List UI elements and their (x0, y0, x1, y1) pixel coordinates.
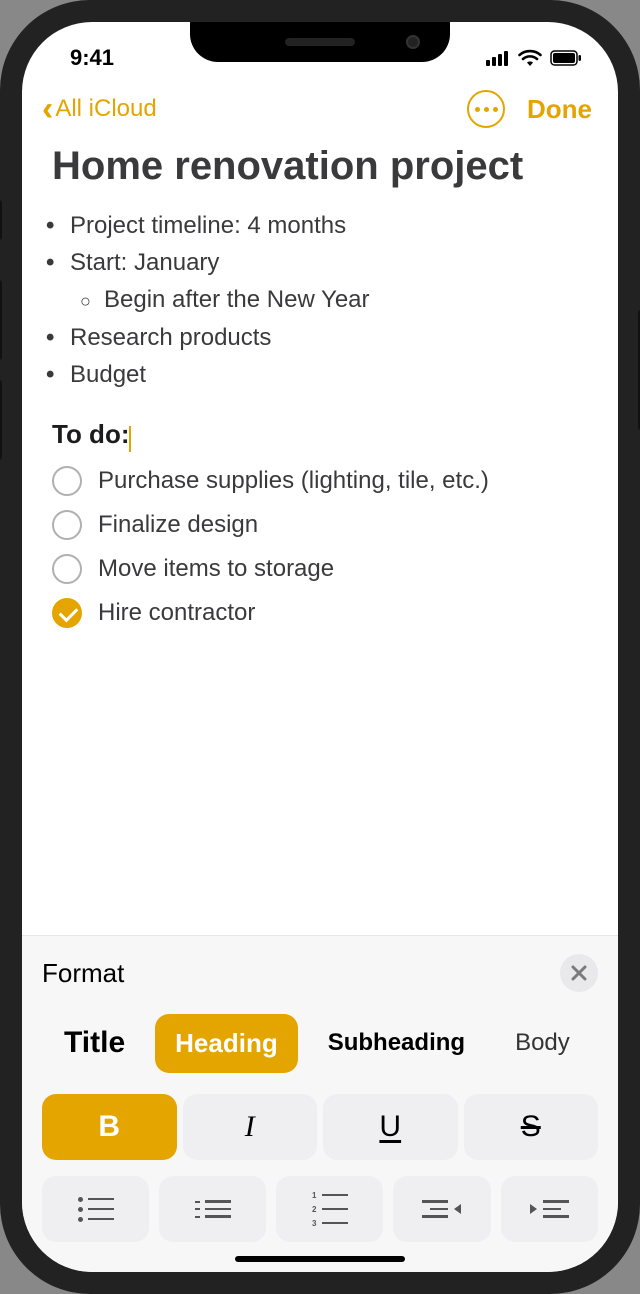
checkbox-empty-icon[interactable] (52, 466, 82, 496)
format-title: Format (42, 958, 124, 989)
outdent-icon (422, 1200, 461, 1218)
notch (190, 22, 450, 62)
style-title-button[interactable]: Title (44, 1012, 145, 1074)
checkbox-checked-icon[interactable] (52, 598, 82, 628)
numbered-list-icon: 1 2 3 (311, 1191, 348, 1228)
home-indicator[interactable] (235, 1256, 405, 1262)
checkbox-empty-icon[interactable] (52, 554, 82, 584)
indent-icon (530, 1200, 569, 1218)
screen: 9:41 ‹ All iCloud Done Home renovation p… (22, 22, 618, 1272)
dashed-list-button[interactable] (159, 1176, 266, 1242)
battery-icon (550, 50, 582, 66)
wifi-icon (518, 49, 542, 67)
list-item[interactable]: Project timeline: 4 months (70, 207, 588, 244)
numbered-list-button[interactable]: 1 2 3 (276, 1176, 383, 1242)
outdent-button[interactable] (393, 1176, 490, 1242)
back-button[interactable]: ‹ All iCloud (42, 92, 157, 126)
chevron-left-icon: ‹ (42, 92, 53, 126)
list-item[interactable]: Start: January (70, 244, 588, 281)
checklist-item[interactable]: Purchase supplies (lighting, tile, etc.) (52, 466, 588, 496)
bullet-list[interactable]: Project timeline: 4 months Start: Januar… (52, 207, 588, 393)
device-frame: 9:41 ‹ All iCloud Done Home renovation p… (0, 0, 640, 1294)
cellular-icon (486, 50, 510, 66)
style-heading-button[interactable]: Heading (155, 1014, 298, 1073)
status-time: 9:41 (70, 45, 114, 71)
status-icons (486, 49, 582, 67)
done-button[interactable]: Done (527, 94, 592, 125)
close-icon (571, 965, 587, 981)
checklist-item[interactable]: Hire contractor (52, 598, 588, 628)
format-panel: Format Title Heading Subheading Body B I… (22, 935, 618, 1272)
style-body-button[interactable]: Body (495, 1015, 590, 1071)
underline-button[interactable]: U (323, 1094, 458, 1160)
style-subheading-button[interactable]: Subheading (308, 1015, 485, 1071)
text-style-row: Title Heading Subheading Body (42, 1008, 598, 1078)
bold-button[interactable]: B (42, 1094, 177, 1160)
indent-button[interactable] (501, 1176, 598, 1242)
note-heading[interactable]: To do: (52, 419, 129, 450)
italic-button[interactable]: I (183, 1094, 318, 1160)
list-item[interactable]: Begin after the New Year (104, 281, 588, 318)
text-cursor (129, 426, 131, 452)
note-content[interactable]: Home renovation project Project timeline… (22, 136, 618, 935)
checklist-item[interactable]: Move items to storage (52, 554, 588, 584)
close-button[interactable] (560, 954, 598, 992)
nav-bar: ‹ All iCloud Done (22, 80, 618, 136)
strikethrough-button[interactable]: S (464, 1094, 599, 1160)
back-label: All iCloud (55, 95, 156, 123)
dashed-list-icon (195, 1200, 231, 1218)
bulleted-list-icon (78, 1197, 114, 1222)
checklist[interactable]: Purchase supplies (lighting, tile, etc.)… (52, 466, 588, 628)
text-format-row: B I U S (42, 1094, 598, 1160)
list-item[interactable]: Research products (70, 319, 588, 356)
note-title[interactable]: Home renovation project (52, 144, 588, 189)
list-item[interactable]: Budget (70, 356, 588, 393)
more-button[interactable] (467, 90, 505, 128)
checklist-item[interactable]: Finalize design (52, 510, 588, 540)
checkbox-empty-icon[interactable] (52, 510, 82, 540)
bulleted-list-button[interactable] (42, 1176, 149, 1242)
